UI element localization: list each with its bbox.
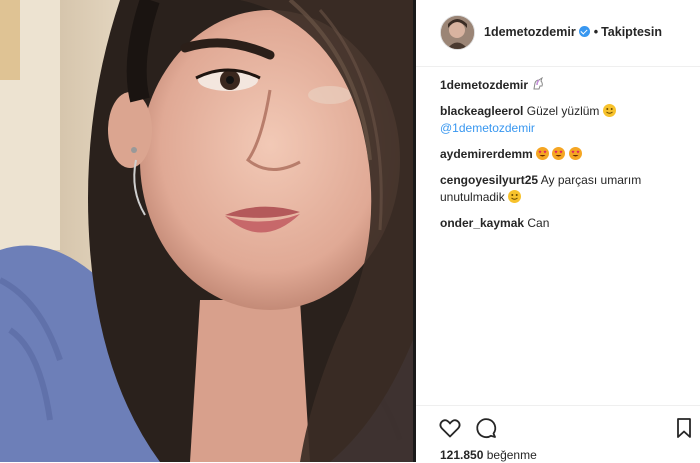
comment-text: Güzel yüzlüm	[526, 104, 600, 118]
unicorn-emoji	[531, 76, 546, 91]
comment-text: Ay parçası umarım	[540, 173, 642, 187]
comment-item: onder_kaymak Can	[440, 215, 690, 232]
verified-badge-icon	[578, 26, 590, 37]
selfie-image	[0, 0, 413, 462]
post-header: 1demetozdemir • Takiptesin	[416, 0, 700, 67]
action-bar: 121.850 beğenme	[416, 405, 700, 463]
avatar[interactable]	[440, 15, 475, 50]
comment-username[interactable]: blackeagleerol	[440, 104, 523, 118]
comment-text-continued: unutulmadik	[440, 190, 505, 204]
likes-count[interactable]: 121.850 beğenme	[440, 448, 537, 462]
comment-username[interactable]: aydemirerdemm	[440, 147, 533, 161]
header-user: 1demetozdemir • Takiptesin	[484, 25, 662, 39]
heart-eyes-emoji	[536, 147, 550, 160]
caption-username[interactable]: 1demetozdemir	[440, 78, 528, 92]
smiling-emoji	[508, 190, 522, 203]
separator-dot: •	[593, 25, 599, 39]
comment-mention-link[interactable]: @1demetozdemir	[440, 121, 535, 135]
comment-icon[interactable]	[474, 416, 498, 440]
comment-item: blackeagleerol Güzel yüzlüm @1demetozdem…	[440, 103, 690, 137]
post-sidebar: 1demetozdemir • Takiptesin 1demetozdemir b…	[416, 0, 700, 462]
comment-item: cengoyesilyurt25 Ay parçası umarım unutu…	[440, 172, 690, 206]
caption: 1demetozdemir	[440, 76, 690, 94]
likes-number: 121.850	[440, 448, 484, 462]
comment-username[interactable]: onder_kaymak	[440, 216, 524, 230]
comment-item: aydemirerdemm	[440, 146, 690, 163]
follow-status-button[interactable]: Takiptesin	[601, 25, 662, 39]
comment-username[interactable]: cengoyesilyurt25	[440, 173, 538, 187]
comments-list: 1demetozdemir blackeagleerol Güzel yüzlü…	[440, 76, 690, 241]
smiling-emoji	[602, 104, 616, 117]
post-photo[interactable]	[0, 0, 413, 462]
username-link[interactable]: 1demetozdemir	[484, 25, 576, 39]
likes-label: beğenme	[486, 448, 537, 462]
heart-eyes-emoji	[552, 147, 566, 160]
avatar-image	[441, 16, 474, 49]
heart-icon[interactable]	[438, 416, 462, 440]
comment-text: Can	[527, 216, 550, 230]
heart-eyes-emoji	[568, 147, 582, 160]
bookmark-icon[interactable]	[672, 416, 696, 440]
